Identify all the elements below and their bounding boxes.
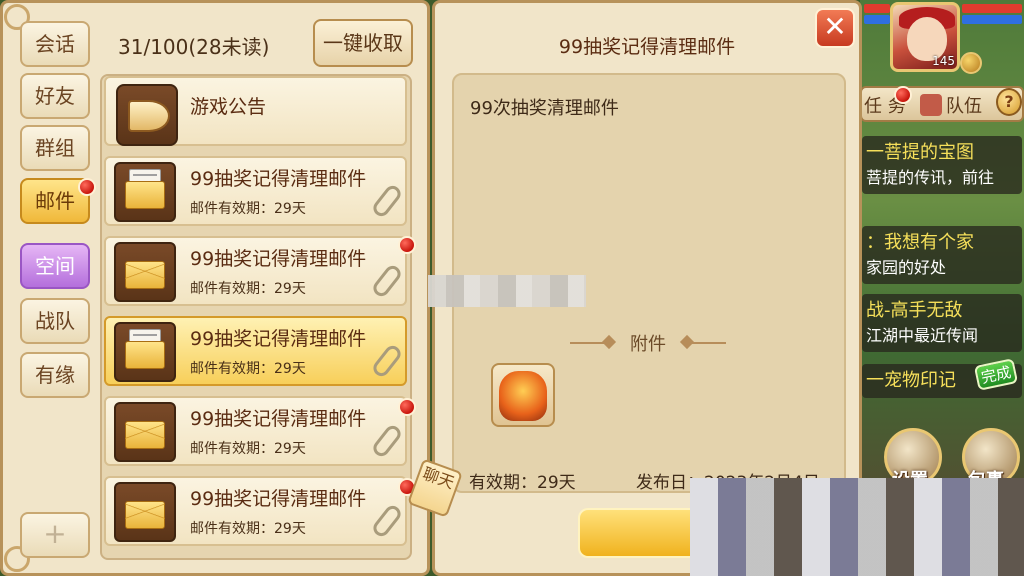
- sidebar-item-space[interactable]: 空间: [20, 243, 90, 289]
- mail-title: 99抽奖记得清理邮件: [190, 168, 367, 190]
- mail-content: 99次抽奖清理邮件: [470, 98, 619, 119]
- attachment-item[interactable]: [491, 363, 555, 427]
- close-button[interactable]: ✕: [815, 8, 855, 48]
- attachment-label: 附件: [630, 334, 666, 355]
- quest-desc: 菩提的传讯，前往: [866, 168, 995, 187]
- mail-unread-dot: [78, 178, 96, 196]
- quest-desc: 家园的好处: [866, 258, 947, 277]
- player-avatar[interactable]: 145: [890, 2, 960, 72]
- sidebar-item-team[interactable]: 战队: [20, 298, 90, 344]
- dragon-pet-icon: [499, 371, 547, 421]
- unread-dot: [398, 236, 416, 254]
- closed-mail-icon: [114, 242, 176, 302]
- sidebar-item-fate[interactable]: 有缘: [20, 352, 90, 398]
- quest-title: 战-高手无敌: [866, 300, 963, 321]
- list-item[interactable]: 99抽奖记得清理邮件 邮件有效期：29天: [104, 476, 407, 546]
- quest-item[interactable]: 战-高手无敌 江湖中最近传闻: [862, 294, 1022, 352]
- mail-title: 99抽奖记得清理邮件: [190, 328, 367, 350]
- sidebar-item-groups[interactable]: 群组: [20, 125, 90, 171]
- quest-title: ：我想有个家: [866, 232, 974, 253]
- mail-title: 99抽奖记得清理邮件: [190, 408, 367, 430]
- divider-line: [682, 342, 726, 344]
- quest-item[interactable]: ：我想有个家 家园的好处: [862, 226, 1022, 284]
- mp-bar: [864, 15, 890, 24]
- quest-unread-dot: [894, 86, 912, 104]
- list-item-selected[interactable]: 99抽奖记得清理邮件 邮件有效期：29天: [104, 316, 407, 386]
- paperclip-icon: [370, 182, 404, 220]
- paperclip-icon: [370, 422, 404, 460]
- list-item[interactable]: 99抽奖记得清理邮件 邮件有效期：29天: [104, 156, 407, 226]
- mail-count: 31/100(28未读): [118, 35, 270, 59]
- pet-mp-bar: [962, 15, 1022, 24]
- quest-item[interactable]: 一菩提的宝图 菩提的传讯，前往: [862, 136, 1022, 194]
- mail-validity: 邮件有效期：29天: [190, 521, 306, 537]
- megaphone-icon: [116, 84, 178, 146]
- closed-mail-icon: [114, 482, 176, 542]
- envelope-flap: [125, 501, 165, 521]
- list-item[interactable]: 99抽奖记得清理邮件 邮件有效期：29天: [104, 396, 407, 466]
- notice-title: 游戏公告: [190, 96, 267, 118]
- player-level: 145: [932, 54, 955, 68]
- add-friend-icon[interactable]: +: [20, 512, 90, 558]
- paperclip-icon: [370, 342, 404, 380]
- envelope-flap: [125, 261, 165, 281]
- collect-all-button[interactable]: 一键收取: [313, 19, 413, 67]
- hp-bar: [864, 4, 890, 13]
- paperclip-icon: [370, 502, 404, 540]
- pet-icon[interactable]: [960, 52, 982, 74]
- mail-validity: 邮件有效期：29天: [190, 361, 306, 377]
- obscured-region: [428, 275, 586, 307]
- help-icon[interactable]: ?: [996, 88, 1022, 116]
- closed-mail-icon: [114, 402, 176, 462]
- unread-dot: [398, 398, 416, 416]
- sidebar-item-friends[interactable]: 好友: [20, 73, 90, 119]
- mail-detail-title: 99抽奖记得清理邮件: [558, 36, 736, 58]
- mail-title: 99抽奖记得清理邮件: [190, 488, 367, 510]
- megaphone-shape: [128, 100, 170, 132]
- opened-mail-icon: [114, 322, 176, 382]
- mail-title: 99抽奖记得清理邮件: [190, 248, 367, 270]
- quest-desc: 江湖中最近传闻: [866, 326, 979, 345]
- obscured-region: [690, 478, 1024, 576]
- envelope: [125, 341, 165, 369]
- team-icon: [920, 94, 942, 116]
- pet-hp-bar: [962, 4, 1022, 13]
- paperclip-icon: [370, 262, 404, 300]
- mail-validity: 邮件有效期：29天: [190, 281, 306, 297]
- envelope: [125, 181, 165, 209]
- notice-item[interactable]: 游戏公告: [104, 76, 407, 146]
- opened-mail-icon: [114, 162, 176, 222]
- detail-validity: 有效期：29天: [469, 473, 576, 493]
- mail-validity: 邮件有效期：29天: [190, 201, 306, 217]
- list-item[interactable]: 99抽奖记得清理邮件 邮件有效期：29天: [104, 236, 407, 306]
- sidebar-item-chat[interactable]: 会话: [20, 21, 90, 67]
- mail-validity: 邮件有效期：29天: [190, 441, 306, 457]
- quest-title: 一菩提的宝图: [866, 142, 974, 163]
- tab-team[interactable]: 队伍: [946, 92, 982, 118]
- envelope-flap: [125, 421, 165, 441]
